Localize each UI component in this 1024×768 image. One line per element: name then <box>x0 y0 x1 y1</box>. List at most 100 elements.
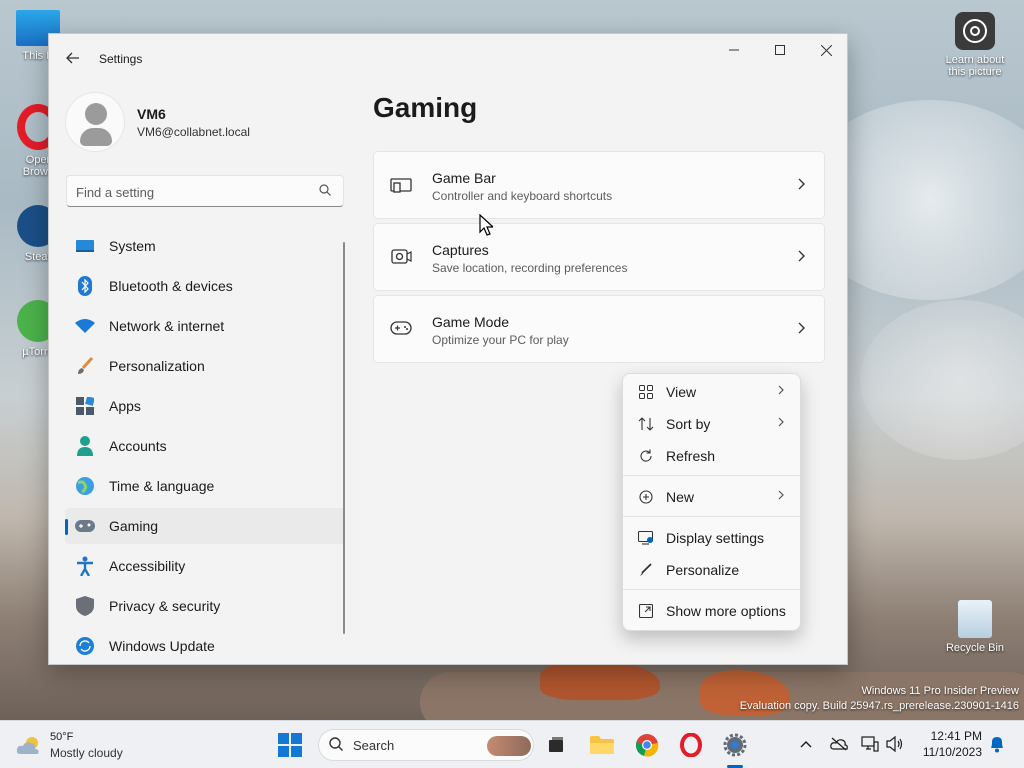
menu-item-new[interactable]: New <box>627 482 798 512</box>
start-button[interactable] <box>272 727 308 763</box>
avatar-body <box>80 128 112 146</box>
menu-item-refresh[interactable]: Refresh <box>627 441 798 471</box>
chevron-right-icon <box>798 321 806 337</box>
volume-tray-button[interactable] <box>884 733 906 755</box>
sidebar-item-label: Bluetooth & devices <box>109 278 233 294</box>
sidebar-item-label: Windows Update <box>109 638 215 654</box>
menu-item-view[interactable]: View <box>627 377 798 407</box>
settings-search-box[interactable] <box>66 175 344 207</box>
chevron-right-icon <box>778 416 784 430</box>
desktop-icon-learn-about-picture[interactable]: Learn about this picture <box>937 12 1013 78</box>
pen-icon <box>638 562 654 578</box>
desktop-context-menu: View Sort by Refresh New Display setting… <box>622 373 801 631</box>
chevron-right-icon <box>798 177 806 193</box>
accounts-icon <box>75 436 95 456</box>
opera-button[interactable] <box>673 727 709 763</box>
file-explorer-button[interactable] <box>584 727 620 763</box>
globe-icon <box>75 476 95 496</box>
cloud-decoration <box>860 300 1024 460</box>
clock-date: 11/10/2023 <box>922 745 982 759</box>
speaker-icon <box>886 736 903 752</box>
network-icon <box>861 736 879 752</box>
menu-item-label: Display settings <box>666 530 765 546</box>
weather-widget[interactable]: 50°F Mostly cloudy <box>16 730 156 762</box>
notifications-button[interactable] <box>986 733 1008 755</box>
menu-item-label: Personalize <box>666 562 740 578</box>
settings-taskbar-button[interactable] <box>717 727 753 763</box>
game-mode-card[interactable]: Game Mode Optimize your PC for play <box>373 295 825 363</box>
taskbar-search[interactable]: Search <box>318 729 534 761</box>
gear-icon <box>723 733 747 757</box>
menu-item-personalize[interactable]: Personalize <box>627 555 798 585</box>
sidebar-item-label: Accessibility <box>109 558 186 574</box>
weather-temperature: 50°F <box>50 731 74 743</box>
profile-name: VM6 <box>137 106 166 122</box>
profile-email: VM6@collabnet.local <box>137 125 250 139</box>
chrome-icon <box>635 734 659 757</box>
sidebar-item-label: Time & language <box>109 478 215 494</box>
sidebar-scrollbar[interactable] <box>343 242 345 634</box>
sidebar-item-bluetooth[interactable]: Bluetooth & devices <box>65 268 345 304</box>
back-button[interactable] <box>59 46 87 70</box>
menu-item-label: New <box>666 489 695 505</box>
grid-icon <box>638 384 654 400</box>
bluetooth-icon <box>75 276 95 296</box>
sidebar-item-gaming[interactable]: Gaming <box>65 508 345 544</box>
sidebar-item-privacy[interactable]: Privacy & security <box>65 588 345 624</box>
sidebar-item-accounts[interactable]: Accounts <box>65 428 345 464</box>
bell-icon <box>991 737 1003 753</box>
menu-item-label: View <box>666 384 697 400</box>
close-icon <box>820 44 832 56</box>
wallpaper-bird-foot <box>540 660 660 700</box>
avatar[interactable] <box>65 92 125 152</box>
minimize-button[interactable] <box>711 34 757 66</box>
sidebar-item-personalization[interactable]: Personalization <box>65 348 345 384</box>
sidebar-item-label: Network & internet <box>109 318 225 334</box>
sidebar-item-system[interactable]: System <box>65 228 345 264</box>
close-button[interactable] <box>803 34 847 66</box>
sidebar-item-label: System <box>109 238 156 254</box>
network-tray-button[interactable] <box>859 733 881 755</box>
search-icon <box>329 737 343 754</box>
refresh-icon <box>638 448 654 464</box>
search-icon[interactable] <box>319 184 333 198</box>
opera-icon <box>680 733 702 757</box>
task-view-button[interactable] <box>538 727 574 763</box>
game-bar-icon <box>390 176 412 196</box>
card-title: Game Bar <box>432 170 496 186</box>
sidebar-item-time-language[interactable]: Time & language <box>65 468 345 504</box>
taskbar-clock[interactable]: 12:41 PM 11/10/2023 <box>916 728 982 760</box>
search-input[interactable] <box>76 182 306 202</box>
chrome-button[interactable] <box>629 727 665 763</box>
sidebar-item-apps[interactable]: Apps <box>65 388 345 424</box>
card-title: Game Mode <box>432 314 510 330</box>
sidebar-item-windows-update[interactable]: Windows Update <box>65 628 345 664</box>
menu-item-show-more-options[interactable]: Show more options <box>627 596 798 626</box>
menu-item-label: Refresh <box>666 448 716 464</box>
sidebar-item-accessibility[interactable]: Accessibility <box>65 548 345 584</box>
menu-item-display-settings[interactable]: Display settings <box>627 523 798 553</box>
windows-logo-icon <box>278 733 302 757</box>
watermark-edition: Windows 11 Pro Insider Preview <box>861 685 1019 697</box>
network-icon <box>75 316 95 336</box>
maximize-button[interactable] <box>757 34 803 66</box>
chevron-right-icon <box>778 384 784 398</box>
chevron-right-icon <box>778 489 784 503</box>
captures-icon <box>390 248 412 268</box>
onedrive-tray-button[interactable] <box>828 733 850 755</box>
captures-card[interactable]: Captures Save location, recording prefer… <box>373 223 825 291</box>
page-title: Gaming <box>373 92 478 123</box>
brush-icon <box>75 356 95 376</box>
avatar-head <box>85 103 107 125</box>
window-title: Settings <box>99 52 143 66</box>
recycle-bin-icon <box>958 600 992 638</box>
back-arrow-icon <box>66 52 79 64</box>
card-subtitle: Save location, recording preferences <box>432 261 628 275</box>
sidebar-item-network[interactable]: Network & internet <box>65 308 345 344</box>
game-bar-card[interactable]: Game Bar Controller and keyboard shortcu… <box>373 151 825 219</box>
desktop-icon-recycle-bin[interactable]: Recycle Bin <box>937 600 1013 654</box>
sidebar-item-label: Gaming <box>109 518 159 534</box>
menu-item-sort-by[interactable]: Sort by <box>627 409 798 439</box>
tray-overflow-button[interactable] <box>795 733 817 755</box>
folder-icon <box>590 736 614 754</box>
